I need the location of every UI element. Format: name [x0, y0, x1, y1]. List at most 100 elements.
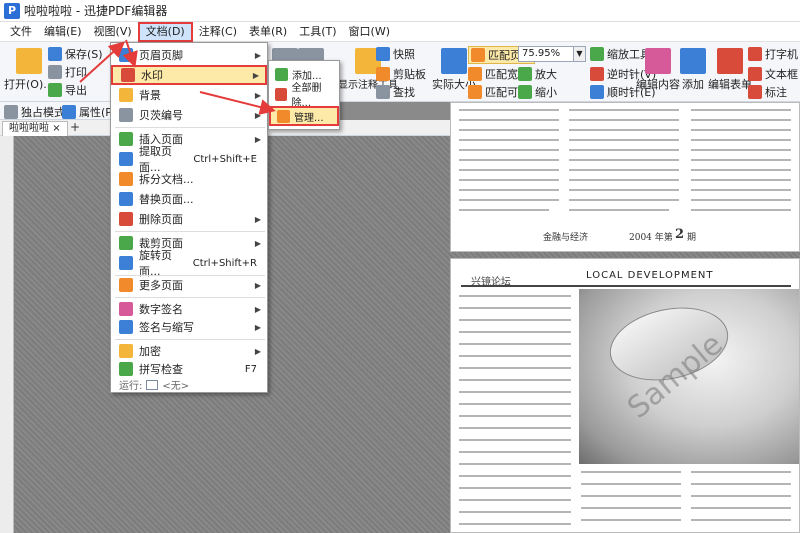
more-pages-icon: [119, 278, 133, 292]
clipboard-icon: [376, 67, 390, 81]
digital-signature-icon: [119, 302, 133, 316]
delete-pages-icon: [119, 212, 133, 226]
zoom-dropdown-button[interactable]: ▼: [574, 46, 586, 62]
search-icon: [376, 85, 390, 99]
menu-separator: [115, 127, 265, 128]
clipboard-button[interactable]: 剪贴板: [376, 66, 426, 82]
menu-item-more-pages[interactable]: 更多页面 ▶: [111, 275, 267, 295]
extract-pages-icon: [119, 152, 133, 166]
menu-separator: [115, 339, 265, 340]
submenu-arrow-icon: ▶: [254, 50, 261, 60]
properties-icon: [62, 105, 76, 119]
document-tab[interactable]: 啦啦啦啦 ×: [2, 121, 68, 136]
edit-content-icon: [645, 48, 671, 74]
run-action-icon: [146, 379, 159, 390]
submenu-item-delete-all[interactable]: 全部删除...: [269, 83, 339, 109]
split-document-icon: [119, 172, 133, 186]
menu-item-header-footer[interactable]: 页眉页脚 ▶: [111, 45, 267, 65]
sign-initials-icon: [119, 320, 133, 334]
menu-item-rotate-pages[interactable]: 旋转页面... Ctrl+Shift+R: [111, 249, 267, 278]
zoom-tool-icon: [590, 47, 604, 61]
navigation-pane[interactable]: [0, 136, 14, 533]
window-title: 啦啦啦啦 - 迅捷PDF编辑器: [24, 4, 168, 18]
camera-icon: [376, 47, 390, 61]
document-menu: 页眉页脚 ▶ 水印 ▶ 背景 ▶ 贝茨编号 ▶ 插入页面 ▶ 提取页面... C…: [110, 42, 268, 393]
menu-item-delete-pages[interactable]: 删除页面 ▶: [111, 209, 267, 229]
title-bar: P 啦啦啦啦 - 迅捷PDF编辑器: [0, 0, 800, 22]
export-button[interactable]: 导出: [48, 82, 87, 98]
typewriter-icon: [748, 47, 762, 61]
submenu-item-manage[interactable]: 管理...: [269, 106, 339, 126]
submenu-arrow-icon: ▶: [254, 238, 261, 248]
menu-separator: [115, 231, 265, 232]
menu-view[interactable]: 视图(V): [88, 22, 138, 42]
select-mode-button[interactable]: 独占模式: [4, 104, 65, 120]
fit-page-icon: [471, 48, 485, 62]
run-action-row: 运行: <无>: [119, 377, 189, 392]
edit-content-button[interactable]: 编辑内容: [636, 48, 680, 92]
edit-form-button[interactable]: 编辑表单: [708, 48, 752, 92]
zoom-in-button[interactable]: 放大: [518, 66, 557, 82]
page-header-left: 兴镜论坛: [471, 277, 511, 288]
menu-edit[interactable]: 编辑(E): [38, 22, 88, 42]
replace-pages-icon: [119, 192, 133, 206]
submenu-arrow-icon: ▶: [254, 214, 261, 224]
menu-window[interactable]: 窗口(W): [343, 22, 396, 42]
save-button[interactable]: 保存(S): [48, 46, 103, 62]
menu-item-spell-check[interactable]: 拼写检查 F7: [111, 359, 267, 379]
zoom-input[interactable]: 75.95%: [518, 46, 574, 62]
page-footer-date: 2004 年第: [629, 233, 673, 243]
select-icon: [4, 105, 18, 119]
menu-item-sign-initials[interactable]: 签名与缩写 ▶: [111, 317, 267, 337]
submenu-arrow-icon: ▶: [254, 346, 261, 356]
menu-item-split-document[interactable]: 拆分文档...: [111, 169, 267, 189]
menu-tools[interactable]: 工具(T): [293, 22, 342, 42]
print-button[interactable]: 打印: [48, 64, 87, 80]
typewriter-button[interactable]: 打字机: [748, 46, 798, 62]
search-button[interactable]: 查找: [376, 84, 415, 100]
annotation-button[interactable]: 标注: [748, 84, 787, 100]
zoom-out-button[interactable]: 缩小: [518, 84, 557, 100]
edit-form-icon: [717, 48, 743, 74]
run-action-value[interactable]: <无>: [162, 377, 189, 392]
page-footer-journal: 金融与经济: [543, 233, 589, 243]
background-icon: [119, 88, 133, 102]
add-button[interactable]: 添加: [680, 48, 706, 92]
add-icon: [680, 48, 706, 74]
submenu-arrow-icon: ▶: [254, 90, 261, 100]
menu-file[interactable]: 文件: [4, 22, 38, 42]
menu-item-background[interactable]: 背景 ▶: [111, 85, 267, 105]
menu-item-digital-signature[interactable]: 数字签名 ▶: [111, 299, 267, 319]
printer-icon: [48, 65, 62, 79]
menu-comment[interactable]: 注释(C): [193, 22, 243, 42]
submenu-arrow-icon: ▶: [254, 110, 261, 120]
new-tab-button[interactable]: +: [68, 121, 82, 135]
menu-document[interactable]: 文档(D): [137, 21, 193, 42]
submenu-arrow-icon: ▶: [254, 134, 261, 144]
save-icon: [48, 47, 62, 61]
pdf-page-2[interactable]: 兴镜论坛 LOCAL DEVELOPMENT Sample: [450, 258, 800, 533]
watermark-submenu: 添加... 全部删除... 管理...: [268, 60, 340, 130]
menu-item-bates-numbering[interactable]: 贝茨编号 ▶: [111, 105, 267, 125]
bates-numbering-icon: [119, 108, 133, 122]
page-footer-suffix: 期: [687, 233, 697, 243]
tab-close-icon[interactable]: ×: [52, 123, 60, 134]
menu-form[interactable]: 表单(R): [243, 22, 293, 42]
menu-item-watermark[interactable]: 水印 ▶: [111, 65, 267, 85]
menu-item-encrypt[interactable]: 加密 ▶: [111, 341, 267, 361]
pdf-page-1[interactable]: 金融与经济 2004 年第 2 期: [450, 102, 800, 252]
fit-width-icon: [468, 67, 482, 81]
snapshot-button[interactable]: 快照: [376, 46, 415, 62]
zoom-out-icon: [518, 85, 532, 99]
submenu-arrow-icon: ▶: [254, 304, 261, 314]
menu-separator: [115, 297, 265, 298]
menu-item-extract-pages[interactable]: 提取页面... Ctrl+Shift+E: [111, 145, 267, 174]
menu-item-replace-pages[interactable]: 替换页面...: [111, 189, 267, 209]
submenu-arrow-icon: ▶: [254, 322, 261, 332]
add-watermark-icon: [275, 67, 288, 81]
textbox-button[interactable]: 文本框: [748, 66, 798, 82]
rotate-ccw-icon: [590, 67, 604, 81]
watermark-icon: [121, 68, 135, 82]
app-logo-icon: P: [4, 2, 20, 19]
open-button[interactable]: 打开(O)...: [4, 48, 54, 92]
